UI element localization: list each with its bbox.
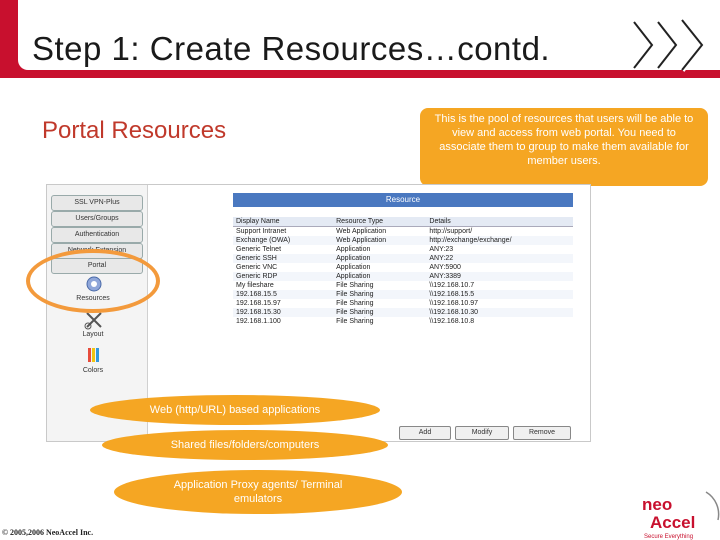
table-cell: File Sharing [336, 318, 374, 325]
column-header[interactable]: Resource Type [333, 217, 427, 227]
table-cell: http://exchange/exchange/ [426, 236, 573, 245]
table-cell: Generic Telnet [236, 246, 282, 253]
table-row[interactable]: Exchange (OWA) Web Application http://exch… [233, 236, 573, 245]
slide-title: Step 1: Create Resources…contd. [32, 30, 551, 67]
table-row[interactable]: My fileshare File Sharing \\192.168.10.7 [233, 281, 573, 290]
table-row[interactable]: Generic VNC Application ANY:5900 [233, 263, 573, 272]
oval-web-applications: Web (http/URL) based applications [90, 395, 380, 425]
layout-label: Layout [82, 331, 104, 338]
table-cell: Generic SSH [233, 254, 334, 263]
colors-icon[interactable] [83, 345, 105, 367]
oval-application-proxy: Application Proxy agents/ Terminal emula… [114, 470, 402, 514]
table-cell: 192.168.15.5 [233, 290, 334, 299]
table-cell: ANY:22 [426, 254, 573, 263]
table-cell: Support Intranet [236, 228, 287, 235]
sidebar-item-authentication[interactable]: Authentication [51, 227, 143, 243]
title-bar: Step 1: Create Resources…contd. [0, 0, 720, 78]
table-cell: \\192.168.10.8 [429, 318, 475, 325]
column-header[interactable]: Details [426, 217, 573, 227]
table-cell: Application [336, 246, 371, 253]
table-cell: 192.168.15.97 [236, 300, 281, 307]
table-row[interactable]: 192.168.15.30 File Sharing \\192.168.10.30 [233, 308, 573, 317]
section-title: Portal Resources [42, 117, 227, 144]
table-row[interactable]: Generic Telnet Application ANY:23 [233, 245, 573, 254]
sidebar-item-ssl-vpn[interactable]: SSL VPN-Plus [51, 195, 143, 211]
table-cell: \\192.168.10.97 [429, 300, 479, 307]
table-cell: Web Application [336, 228, 387, 235]
neoaccel-logo: neo Accel Secure Everything [642, 491, 720, 540]
highlight-ring [26, 249, 160, 313]
logo-line1: neo [642, 495, 672, 514]
table-cell: File Sharing [336, 282, 374, 289]
resource-header: Resource [233, 193, 573, 207]
table-cell: 192.168.15.30 [233, 308, 334, 317]
table-cell: Application [336, 264, 371, 271]
table-cell: Web Application [333, 236, 427, 245]
table-cell: File Sharing [333, 290, 427, 299]
resource-table: Display Name Resource Type Details Suppo… [233, 217, 573, 326]
table-row[interactable]: Generic SSH Application ANY:22 [233, 254, 573, 263]
table-cell: File Sharing [336, 300, 374, 307]
logo-line2: Accel [650, 513, 695, 532]
sidebar-item-users-groups[interactable]: Users/Groups [51, 211, 143, 227]
table-cell: http://support/ [429, 228, 473, 235]
table-row[interactable]: Generic RDP Application ANY:3389 [233, 272, 573, 281]
callout-box: This is the pool of resources that users… [420, 108, 708, 186]
table-cell: ANY:23 [429, 246, 454, 253]
copyright: © 2005,2006 NeoAccel Inc. [2, 528, 94, 537]
title-panel: Step 1: Create Resources…contd. [18, 0, 720, 70]
table-cell: 192.168.1.100 [236, 318, 281, 325]
table-cell: File Sharing [333, 308, 427, 317]
colors-label: Colors [82, 367, 104, 374]
table-cell: Application [333, 272, 427, 281]
table-row[interactable]: 192.168.15.5 File Sharing \\192.168.15.5 [233, 290, 573, 299]
table-cell: \\192.168.15.5 [426, 290, 573, 299]
table-cell: ANY:5900 [429, 264, 461, 271]
table-cell: Exchange (OWA) [233, 236, 334, 245]
remove-button[interactable]: Remove [513, 426, 571, 440]
table-cell: Generic VNC [236, 264, 278, 271]
oval-shared-files: Shared files/folders/computers [102, 430, 388, 460]
column-header[interactable]: Display Name [233, 217, 334, 227]
modify-button[interactable]: Modify [455, 426, 509, 440]
table-row[interactable]: 192.168.15.97 File Sharing \\192.168.10.97 [233, 299, 573, 308]
table-row[interactable]: 192.168.1.100 File Sharing \\192.168.10.8 [233, 317, 573, 326]
table-row[interactable]: Support Intranet Web Application http://su… [233, 227, 573, 237]
table-cell: \\192.168.10.7 [429, 282, 475, 289]
table-cell: Generic RDP [233, 272, 334, 281]
table-cell: My fileshare [236, 282, 274, 289]
add-button[interactable]: Add [399, 426, 451, 440]
chevron-arrows-icon [631, 18, 705, 72]
table-cell: ANY:3389 [426, 272, 573, 281]
table-cell: Application [333, 254, 427, 263]
logo-tagline: Secure Everything [644, 534, 693, 540]
table-cell: \\192.168.10.30 [426, 308, 573, 317]
